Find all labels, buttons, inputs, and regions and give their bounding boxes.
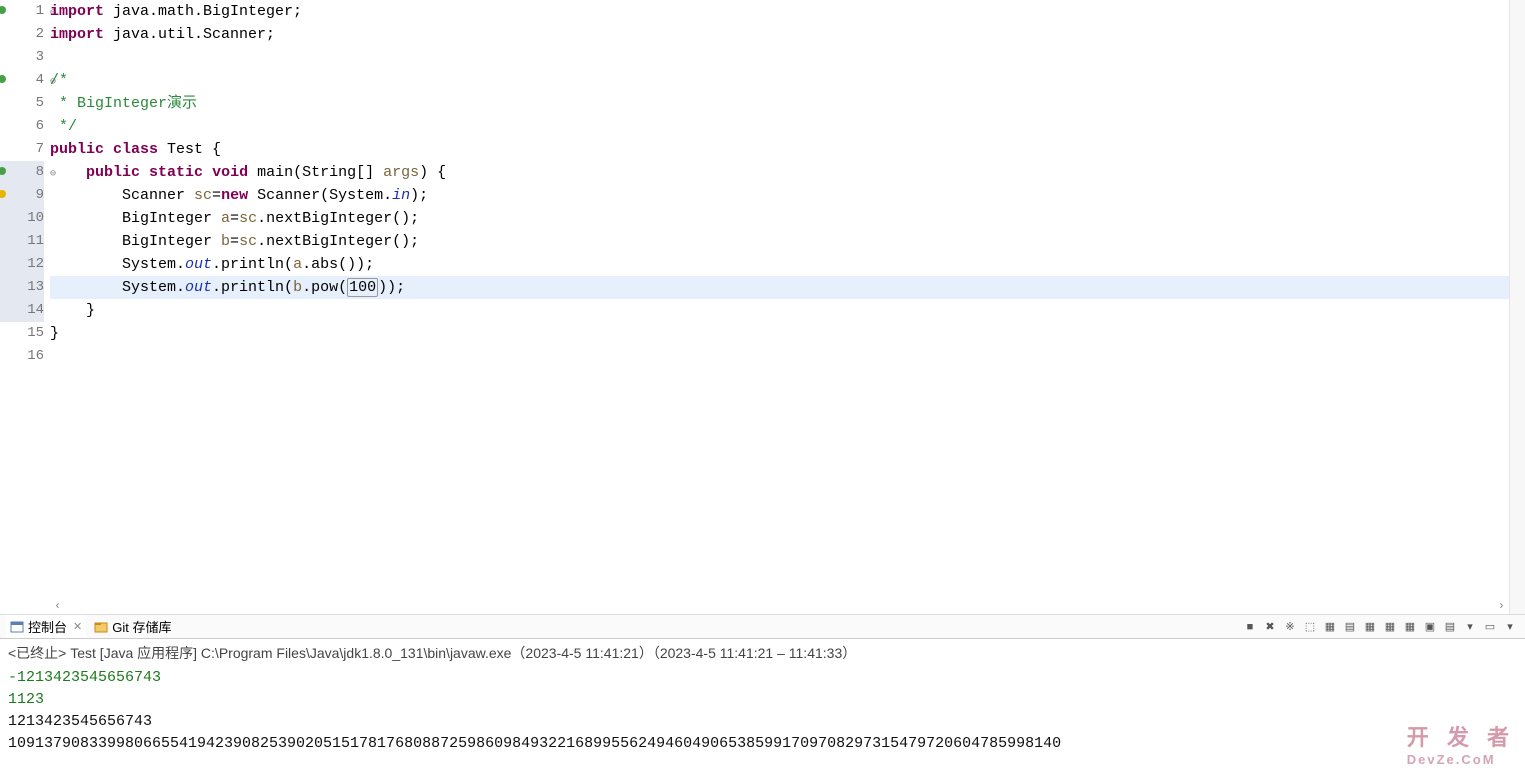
- tab-git[interactable]: Git 存储库: [90, 615, 175, 638]
- code-line[interactable]: /*: [50, 69, 1509, 92]
- line-number: 1⊖: [0, 0, 44, 23]
- toolbar-button-11[interactable]: ▾: [1461, 618, 1479, 636]
- toolbar-button-3[interactable]: ⬚: [1301, 618, 1319, 636]
- line-number: 6: [0, 115, 44, 138]
- console-input-line: -1213423545656743: [8, 667, 1517, 689]
- code-line[interactable]: BigInteger a=sc.nextBigInteger();: [50, 207, 1509, 230]
- console-output-line: 1091379083399806655419423908253902051517…: [8, 733, 1517, 755]
- code-line[interactable]: public static void main(String[] args) {: [50, 161, 1509, 184]
- bottom-panel-tabs: 控制台 ✕ Git 存储库 ■✖※⬚▦▤▦▦▦▣▤▾▭▾: [0, 615, 1525, 639]
- line-number: 7: [0, 138, 44, 161]
- code-line[interactable]: [50, 345, 1509, 368]
- tab-git-label: Git 存储库: [112, 617, 171, 636]
- console-toolbar: ■✖※⬚▦▤▦▦▦▣▤▾▭▾: [1241, 618, 1519, 636]
- console-icon: [10, 620, 24, 634]
- warning-icon[interactable]: [0, 190, 6, 198]
- toolbar-button-13[interactable]: ▾: [1501, 618, 1519, 636]
- code-line[interactable]: public class Test {: [50, 138, 1509, 161]
- fold-icon[interactable]: [0, 75, 6, 83]
- toolbar-button-12[interactable]: ▭: [1481, 618, 1499, 636]
- vertical-scrollbar[interactable]: [1509, 0, 1525, 614]
- toolbar-button-5[interactable]: ▤: [1341, 618, 1359, 636]
- code-editor[interactable]: 1⊖234⊖5678⊖910111213141516 import java.m…: [0, 0, 1525, 615]
- line-number: 13: [0, 276, 44, 299]
- toolbar-button-2[interactable]: ※: [1281, 618, 1299, 636]
- toolbar-button-6[interactable]: ▦: [1361, 618, 1379, 636]
- code-line[interactable]: * BigInteger演示: [50, 92, 1509, 115]
- git-icon: [94, 620, 108, 634]
- scroll-left-icon[interactable]: ‹: [54, 599, 61, 613]
- code-line[interactable]: }: [50, 299, 1509, 322]
- fold-icon[interactable]: [0, 6, 6, 14]
- code-line[interactable]: [50, 46, 1509, 69]
- scroll-right-icon[interactable]: ›: [1498, 599, 1505, 613]
- code-line[interactable]: BigInteger b=sc.nextBigInteger();: [50, 230, 1509, 253]
- line-number: 4⊖: [0, 69, 44, 92]
- toolbar-button-7[interactable]: ▦: [1381, 618, 1399, 636]
- toolbar-button-1[interactable]: ✖: [1261, 618, 1279, 636]
- code-line[interactable]: }: [50, 322, 1509, 345]
- console-status-line: <已终止> Test [Java 应用程序] C:\Program Files\…: [0, 639, 1525, 667]
- console-output[interactable]: -1213423545656743 1123 1213423545656743 …: [0, 667, 1525, 755]
- toolbar-button-8[interactable]: ▦: [1401, 618, 1419, 636]
- line-number: 9: [0, 184, 44, 207]
- line-number: 12: [0, 253, 44, 276]
- tab-console-label: 控制台: [28, 617, 67, 636]
- code-line[interactable]: Scanner sc=new Scanner(System.in);: [50, 184, 1509, 207]
- horizontal-scrollbar[interactable]: ‹›: [50, 598, 1509, 614]
- line-number: 2: [0, 23, 44, 46]
- line-number: 11: [0, 230, 44, 253]
- toolbar-button-10[interactable]: ▤: [1441, 618, 1459, 636]
- code-line[interactable]: System.out.println(a.abs());: [50, 253, 1509, 276]
- close-icon[interactable]: ✕: [73, 620, 82, 633]
- toolbar-button-9[interactable]: ▣: [1421, 618, 1439, 636]
- code-line[interactable]: */: [50, 115, 1509, 138]
- line-number: 16: [0, 345, 44, 368]
- code-line[interactable]: import java.math.BigInteger;: [50, 0, 1509, 23]
- fold-icon[interactable]: [0, 167, 6, 175]
- code-area[interactable]: import java.math.BigInteger;import java.…: [50, 0, 1509, 614]
- toolbar-button-4[interactable]: ▦: [1321, 618, 1339, 636]
- line-number: 14: [0, 299, 44, 322]
- line-number: 8⊖: [0, 161, 44, 184]
- console-input-line: 1123: [8, 689, 1517, 711]
- code-line[interactable]: System.out.println(b.pow(100));: [50, 276, 1509, 299]
- line-number: 15: [0, 322, 44, 345]
- line-number: 3: [0, 46, 44, 69]
- toolbar-button-0[interactable]: ■: [1241, 618, 1259, 636]
- tab-console[interactable]: 控制台 ✕: [6, 615, 86, 638]
- code-line[interactable]: import java.util.Scanner;: [50, 23, 1509, 46]
- line-number: 10: [0, 207, 44, 230]
- line-number: 5: [0, 92, 44, 115]
- console-output-line: 1213423545656743: [8, 711, 1517, 733]
- line-number-gutter: 1⊖234⊖5678⊖910111213141516: [0, 0, 50, 614]
